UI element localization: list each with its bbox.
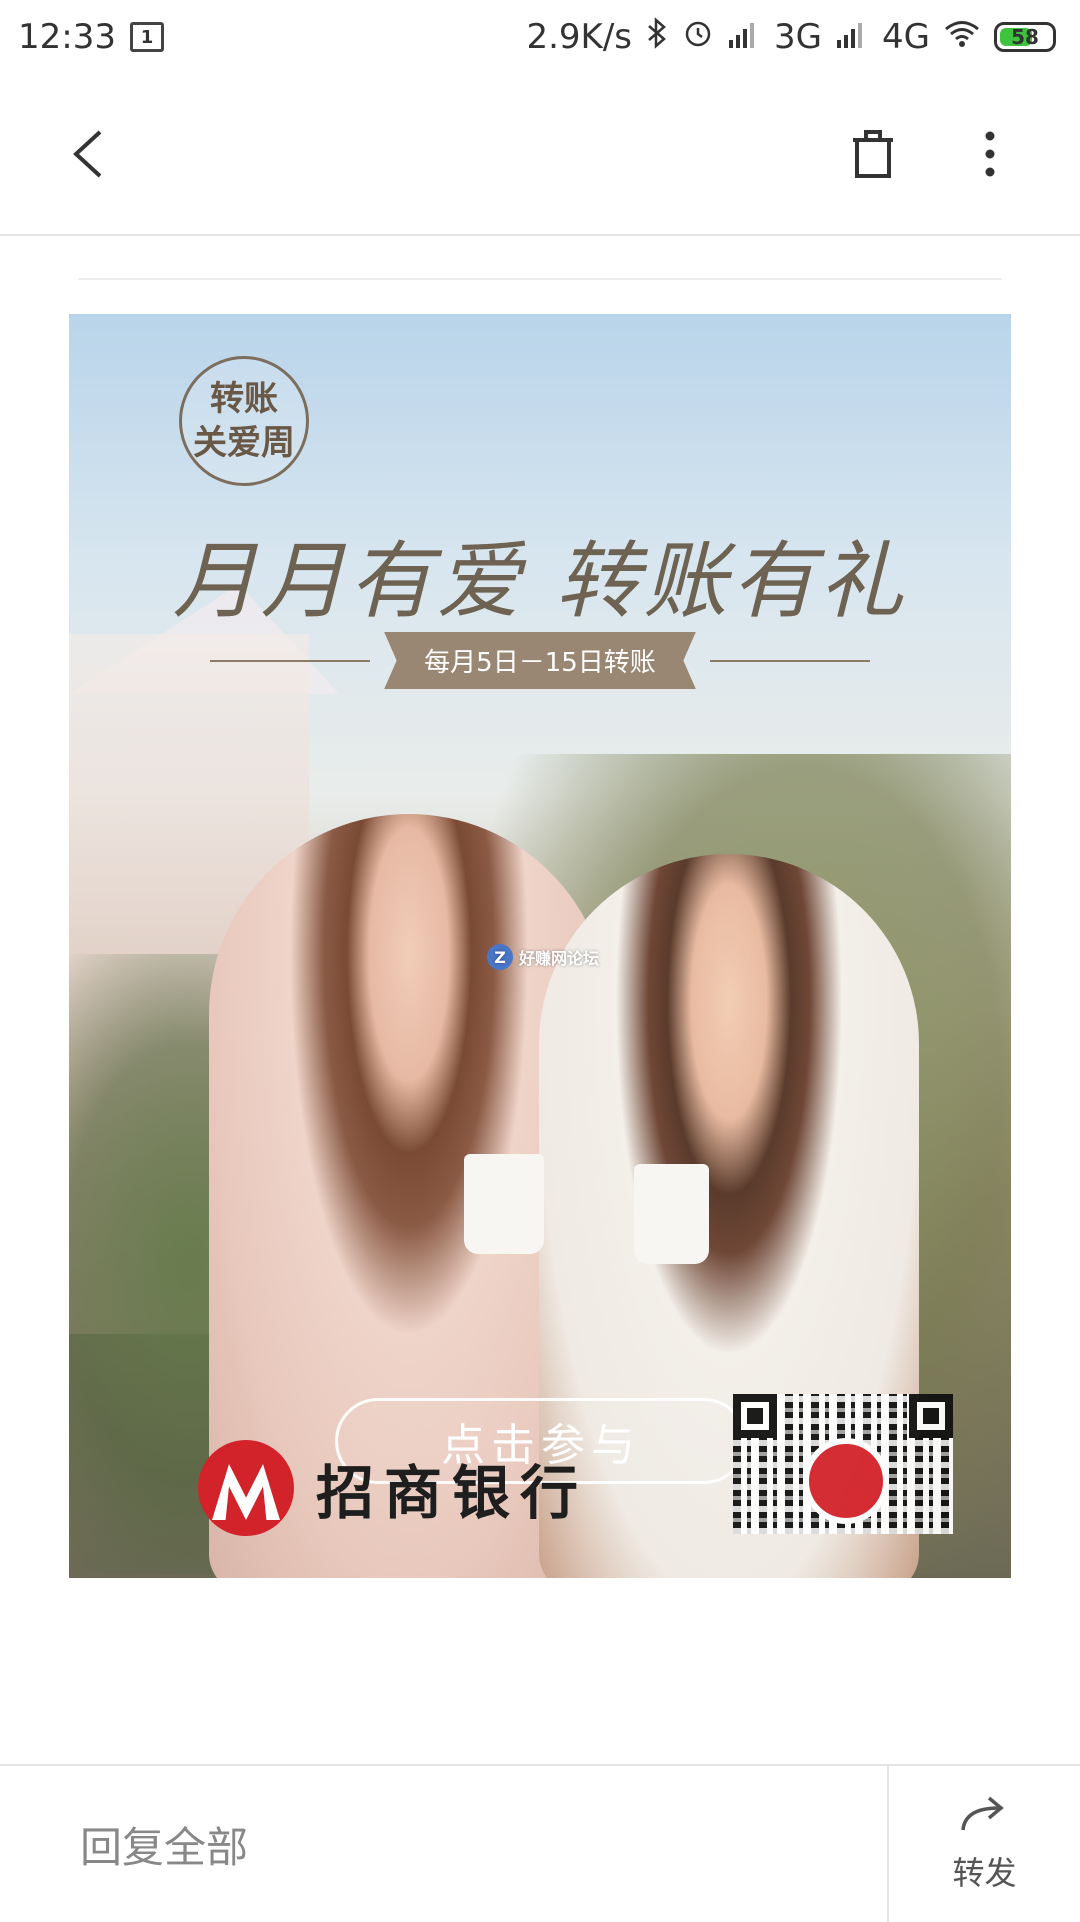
signal-icon-2 xyxy=(836,17,868,57)
qr-finder-tr xyxy=(909,1394,953,1438)
mug-left-image xyxy=(464,1154,544,1254)
forward-label: 转发 xyxy=(952,1854,1017,1892)
email-content: 转账 关爱周 月月有爱 转账有礼 每月5日－15日转账 Z 好赚网论坛 点击参与… xyxy=(0,236,1080,1764)
net-speed: 2.9K/s xyxy=(526,17,633,57)
signal-4g-label: 4G xyxy=(882,17,930,57)
promo-banner[interactable]: 转账 关爱周 月月有爱 转账有礼 每月5日－15日转账 Z 好赚网论坛 点击参与 xyxy=(69,314,1011,1578)
qr-bank-logo-icon xyxy=(803,1438,889,1524)
qr-finder-tl xyxy=(733,1394,777,1438)
forum-watermark: Z 好赚网论坛 xyxy=(487,944,599,970)
reply-all-label: 回复全部 xyxy=(80,1822,249,1872)
more-options-button[interactable] xyxy=(960,124,1020,184)
status-bar: 12:33 1 2.9K/s 3G 4G 58 xyxy=(0,0,1080,74)
bottom-action-bar: 回复全部 转发 xyxy=(0,1764,1080,1922)
transfer-week-logo: 转账 关爱周 xyxy=(179,356,309,486)
bank-name: 招商银行 xyxy=(316,1459,589,1527)
watermark-logo-icon: Z xyxy=(487,944,513,970)
forward-icon xyxy=(959,1794,1011,1842)
trash-icon xyxy=(843,130,903,188)
signal-3g-label: 3G xyxy=(774,17,823,57)
forward-button[interactable]: 转发 xyxy=(889,1766,1080,1922)
content-divider xyxy=(78,278,1002,280)
more-vertical-icon xyxy=(960,131,1020,188)
reply-all-button[interactable]: 回复全部 xyxy=(0,1766,889,1922)
status-time: 12:33 xyxy=(18,17,116,57)
bluetooth-icon xyxy=(646,16,668,58)
mug-right-image xyxy=(634,1164,709,1264)
qr-code-image xyxy=(733,1394,953,1534)
bank-logo: 招商银行 xyxy=(198,1440,588,1536)
back-arrow-icon xyxy=(60,130,120,188)
cmb-emblem-icon xyxy=(198,1440,294,1536)
date-ribbon-row: 每月5日－15日转账 xyxy=(69,632,1011,689)
logo-line2: 关爱周 xyxy=(193,423,295,463)
back-button[interactable] xyxy=(60,124,120,184)
delete-button[interactable] xyxy=(843,124,903,184)
banner-headline: 月月有爱 转账有礼 xyxy=(172,532,908,630)
date-ribbon: 每月5日－15日转账 xyxy=(384,632,696,689)
battery-icon: 58 xyxy=(994,22,1056,52)
battery-level: 58 xyxy=(1011,25,1039,49)
ribbon-line-left xyxy=(210,659,371,662)
notification-badge: 1 xyxy=(129,22,164,52)
signal-icon xyxy=(728,17,760,57)
ribbon-line-right xyxy=(709,659,870,662)
wifi-icon xyxy=(944,17,980,57)
logo-line1: 转账 xyxy=(210,379,278,419)
watermark-text: 好赚网论坛 xyxy=(519,949,600,968)
alarm-icon xyxy=(682,17,714,58)
top-toolbar xyxy=(0,74,1080,236)
